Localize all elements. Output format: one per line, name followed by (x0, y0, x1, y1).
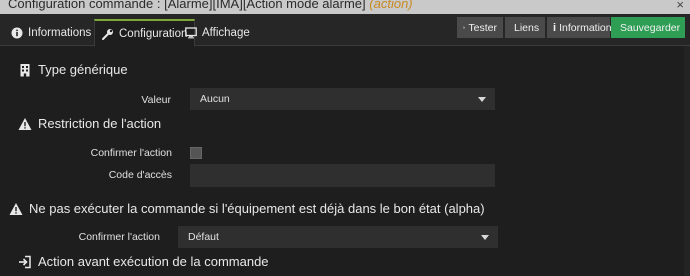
info-icon: i (553, 21, 557, 34)
confirmer-action-select[interactable]: Défaut (178, 226, 498, 248)
rss-icon (463, 26, 466, 29)
confirmer-action-checkbox[interactable] (190, 147, 202, 159)
window-title: Configuration commande : [Alarme][IMA][A… (8, 0, 413, 11)
valeur-label: Valeur (141, 94, 171, 106)
chevron-down-icon (478, 97, 486, 102)
code-acces-input[interactable] (190, 164, 495, 187)
valeur-select[interactable]: Aucun (190, 88, 495, 110)
section-title: Action avant exécution de la commande (38, 254, 269, 269)
informations-button[interactable]: i Informations (547, 17, 617, 38)
section-title: Type générique (38, 62, 128, 77)
scrollbar[interactable] (684, 46, 690, 276)
confirmer-action-label: Confirmer l'action (90, 147, 172, 159)
tester-button[interactable]: Tester (457, 17, 503, 38)
info-circle-icon (11, 27, 23, 38)
tab-informations[interactable]: Informations (4, 19, 98, 46)
window-title-text: Configuration commande : [Alarme][IMA][A… (8, 0, 366, 11)
liens-label: Liens (514, 21, 540, 34)
warning-icon (9, 202, 23, 215)
close-icon[interactable]: × (676, 0, 684, 12)
confirmer-action-label-2: Confirmer l'action (78, 231, 160, 243)
window-subtitle: (action) (369, 0, 413, 11)
monitor-icon (185, 26, 197, 38)
confirmer-action-select-value: Défaut (188, 231, 219, 243)
section-type-generique-header: Type générique (18, 62, 128, 77)
section-title: Ne pas exécuter la commande si l'équipem… (29, 201, 485, 216)
tab-label: Affichage (202, 26, 250, 39)
sauvegarder-label: Sauvegarder (620, 21, 681, 34)
tester-label: Tester (468, 21, 497, 34)
code-acces-label: Code d'accès (108, 169, 172, 181)
sign-in-icon (19, 255, 31, 268)
valeur-select-value: Aucun (200, 93, 230, 105)
building-icon (20, 63, 30, 76)
tab-affichage[interactable]: Affichage (178, 19, 257, 46)
sauvegarder-button[interactable]: Sauvegarder (611, 17, 685, 38)
tab-label: Informations (28, 26, 92, 39)
section-restriction-header: Restriction de l'action (18, 116, 161, 131)
liens-button[interactable]: Liens (505, 17, 545, 38)
section-action-avant-header: Action avant exécution de la commande (18, 254, 269, 269)
wrench-icon (102, 28, 113, 40)
section-title: Restriction de l'action (38, 116, 162, 131)
warning-icon (18, 117, 32, 130)
window-titlebar: Configuration commande : [Alarme][IMA][A… (0, 0, 690, 14)
section-ne-pas-executer-header: Ne pas exécuter la commande si l'équipem… (9, 201, 485, 216)
chevron-down-icon (481, 235, 489, 240)
informations-label: Informations (559, 21, 617, 34)
